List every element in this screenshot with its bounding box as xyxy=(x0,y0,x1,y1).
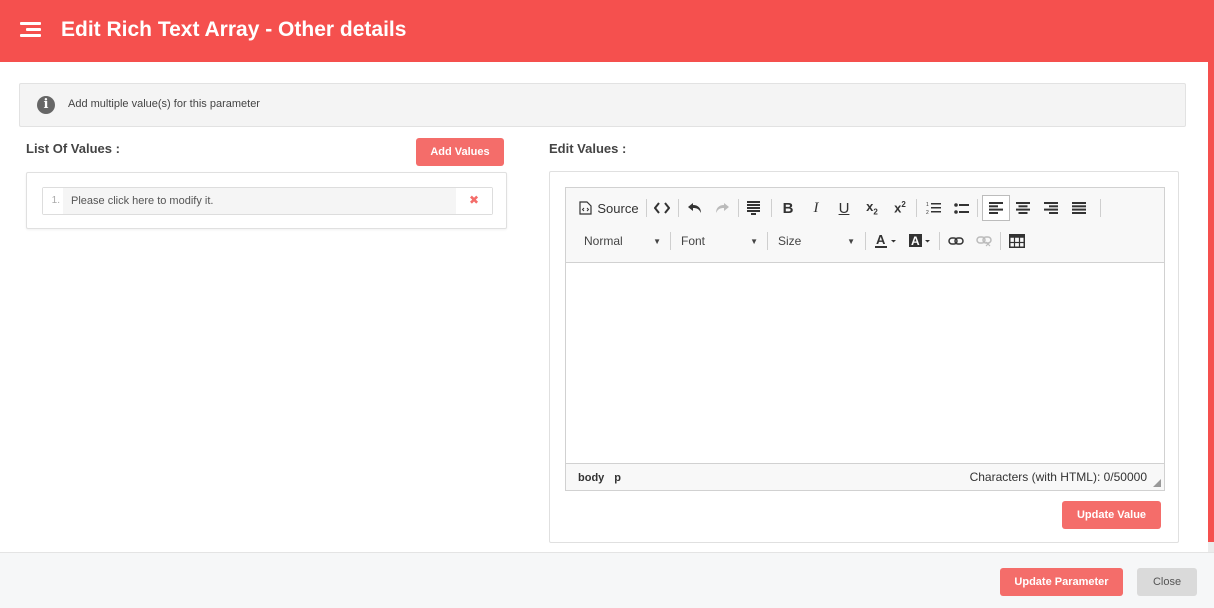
update-value-button[interactable]: Update Value xyxy=(1062,501,1161,529)
justify-icon xyxy=(1072,202,1086,214)
chevron-down-icon: ▼ xyxy=(750,236,758,246)
underline-icon: U xyxy=(838,199,850,217)
table-icon xyxy=(1009,234,1025,248)
editor-status-bar: body p Characters (with HTML): 0/50000 xyxy=(566,463,1164,490)
modal-footer: Update Parameter Close xyxy=(0,552,1214,608)
toolbar-separator xyxy=(977,199,978,217)
toolbar-separator xyxy=(767,232,768,250)
toolbar-separator xyxy=(1100,199,1101,217)
size-value: Size xyxy=(778,234,802,248)
editor-content-area[interactable] xyxy=(566,263,1164,464)
resize-handle-icon[interactable] xyxy=(1153,479,1161,487)
source-button[interactable]: Source xyxy=(576,196,642,220)
add-values-button[interactable]: Add Values xyxy=(416,138,504,166)
scrollbar-thumb[interactable] xyxy=(1208,62,1214,542)
edit-rich-text-array-modal: Edit Rich Text Array - Other details i A… xyxy=(0,0,1214,608)
superscript-icon: x2 xyxy=(894,200,906,216)
delete-icon[interactable]: ✖ xyxy=(456,188,492,214)
toolbar-separator xyxy=(678,199,679,217)
unlink-icon xyxy=(976,236,992,247)
bulleted-list-button[interactable] xyxy=(949,196,973,220)
list-item-number: 1. xyxy=(43,188,63,214)
align-left-button[interactable] xyxy=(982,195,1010,221)
align-right-button[interactable] xyxy=(1039,196,1063,220)
toolbar-separator xyxy=(865,232,866,250)
info-text: Add multiple value(s) for this parameter xyxy=(68,98,260,110)
size-dropdown[interactable]: Size ▼ xyxy=(774,229,859,253)
update-parameter-button[interactable]: Update Parameter xyxy=(1000,568,1123,596)
toolbar-separator xyxy=(670,232,671,250)
path-body[interactable]: body xyxy=(578,472,604,484)
element-path: body p xyxy=(578,472,631,484)
rich-text-editor: Source B I U x2 x2 1 2 Normal ▼ Font ▼ S… xyxy=(565,187,1165,491)
list-item[interactable]: 1. Please click here to modify it. ✖ xyxy=(42,187,493,215)
bold-button[interactable]: B xyxy=(776,196,800,220)
link-button[interactable] xyxy=(944,229,968,253)
redo-icon xyxy=(715,203,729,213)
svg-text:A: A xyxy=(911,234,920,248)
undo-button[interactable] xyxy=(682,196,706,220)
italic-icon: I xyxy=(813,199,819,216)
link-icon xyxy=(948,237,964,245)
background-color-icon: A xyxy=(909,234,930,248)
superscript-button[interactable]: x2 xyxy=(888,196,912,220)
code-snippet-button[interactable] xyxy=(650,196,674,220)
toolbar-separator xyxy=(646,199,647,217)
numbered-list-icon: 12 xyxy=(926,202,941,215)
bold-icon: B xyxy=(782,199,794,217)
table-button[interactable] xyxy=(1005,229,1029,253)
edit-values-label: Edit Values : xyxy=(549,141,627,156)
templates-icon xyxy=(747,201,760,215)
modal-title: Edit Rich Text Array - Other details xyxy=(61,18,407,41)
text-color-button[interactable]: A xyxy=(871,229,901,253)
character-count: Characters (with HTML): 0/50000 xyxy=(969,470,1147,484)
unlink-button[interactable] xyxy=(972,229,996,253)
path-p[interactable]: p xyxy=(614,472,621,484)
info-banner: i Add multiple value(s) for this paramet… xyxy=(19,83,1186,127)
font-dropdown[interactable]: Font ▼ xyxy=(677,229,762,253)
align-center-icon xyxy=(1016,202,1030,214)
menu-icon xyxy=(20,22,41,38)
toolbar-separator xyxy=(771,199,772,217)
undo-icon xyxy=(687,203,701,213)
format-value: Normal xyxy=(584,234,623,248)
editor-toolbar: Source B I U x2 x2 1 2 Normal ▼ Font ▼ S… xyxy=(566,188,1164,263)
underline-button[interactable]: U xyxy=(832,196,856,220)
chevron-down-icon: ▼ xyxy=(847,236,855,246)
toolbar-separator xyxy=(738,199,739,217)
format-dropdown[interactable]: Normal ▼ xyxy=(580,229,665,253)
font-value: Font xyxy=(681,234,706,248)
code-icon xyxy=(654,202,670,214)
italic-button[interactable]: I xyxy=(804,196,828,220)
toolbar-separator xyxy=(1000,232,1001,250)
bulleted-list-icon xyxy=(953,202,969,214)
info-icon: i xyxy=(37,96,55,114)
svg-text:1: 1 xyxy=(926,202,929,208)
redo-button[interactable] xyxy=(710,196,734,220)
templates-button[interactable] xyxy=(742,196,766,220)
close-button[interactable]: Close xyxy=(1137,568,1197,596)
list-item-value[interactable]: Please click here to modify it. xyxy=(63,188,457,214)
toolbar-separator xyxy=(916,199,917,217)
svg-text:2: 2 xyxy=(926,210,929,215)
list-of-values-label: List Of Values : xyxy=(26,141,120,156)
text-color-icon: A xyxy=(875,233,896,248)
subscript-icon: x2 xyxy=(866,199,878,217)
numbered-list-button[interactable]: 12 xyxy=(921,196,945,220)
modal-header: Edit Rich Text Array - Other details xyxy=(0,0,1214,62)
chevron-down-icon: ▼ xyxy=(653,236,661,246)
justify-button[interactable] xyxy=(1067,196,1091,220)
values-list: 1. Please click here to modify it. ✖ xyxy=(26,172,507,229)
align-left-icon xyxy=(989,202,1003,214)
background-color-button[interactable]: A xyxy=(905,229,935,253)
align-center-button[interactable] xyxy=(1011,196,1035,220)
subscript-button[interactable]: x2 xyxy=(860,196,884,220)
source-icon xyxy=(579,201,592,215)
source-label: Source xyxy=(597,200,639,216)
toolbar-separator xyxy=(939,232,940,250)
svg-text:A: A xyxy=(876,233,886,247)
editor-panel: Source B I U x2 x2 1 2 Normal ▼ Font ▼ S… xyxy=(549,171,1179,543)
align-right-icon xyxy=(1044,202,1058,214)
